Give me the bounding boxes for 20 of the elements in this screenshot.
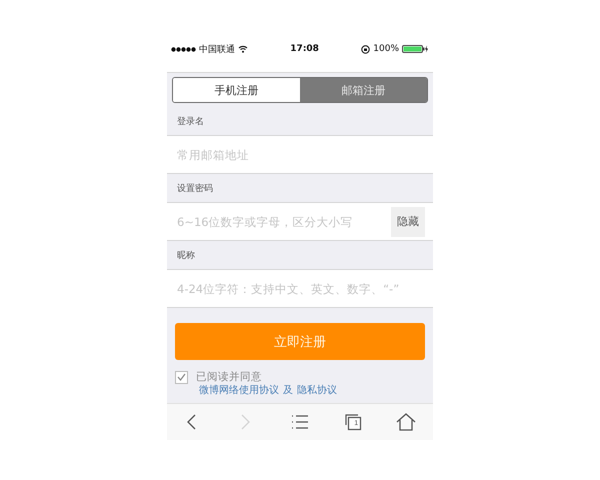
field-label: 登录名 <box>177 116 204 128</box>
segment-tab[interactable]: 手机注册 <box>173 78 300 102</box>
agreement-link[interactable]: 微博网络使用协议 <box>199 385 279 397</box>
field-label: 设置密码 <box>177 182 213 194</box>
segment-tab[interactable]: 邮箱注册 <box>300 78 427 102</box>
field-label: 昵称 <box>177 250 195 262</box>
carrier-name: 中国联通 <box>199 44 235 56</box>
rotation-lock-icon <box>361 44 370 54</box>
signal-icon <box>171 46 196 52</box>
agree-text: 已阅读并同意 <box>196 370 262 384</box>
agreement-link[interactable]: 隐私协议 <box>297 385 337 397</box>
input-field[interactable]: 6~16位数字或字母，区分大小写 隐藏 <box>167 203 433 241</box>
battery-icon <box>402 45 429 53</box>
agree-checkbox[interactable] <box>175 370 188 384</box>
clock-time: 17:08 <box>290 44 319 54</box>
joiner-text: 及 <box>283 385 293 397</box>
wifi-icon <box>238 45 248 53</box>
battery-percent: 100% <box>373 44 399 54</box>
home-icon[interactable] <box>395 411 418 433</box>
hide-password-button[interactable]: 隐藏 <box>391 206 425 236</box>
